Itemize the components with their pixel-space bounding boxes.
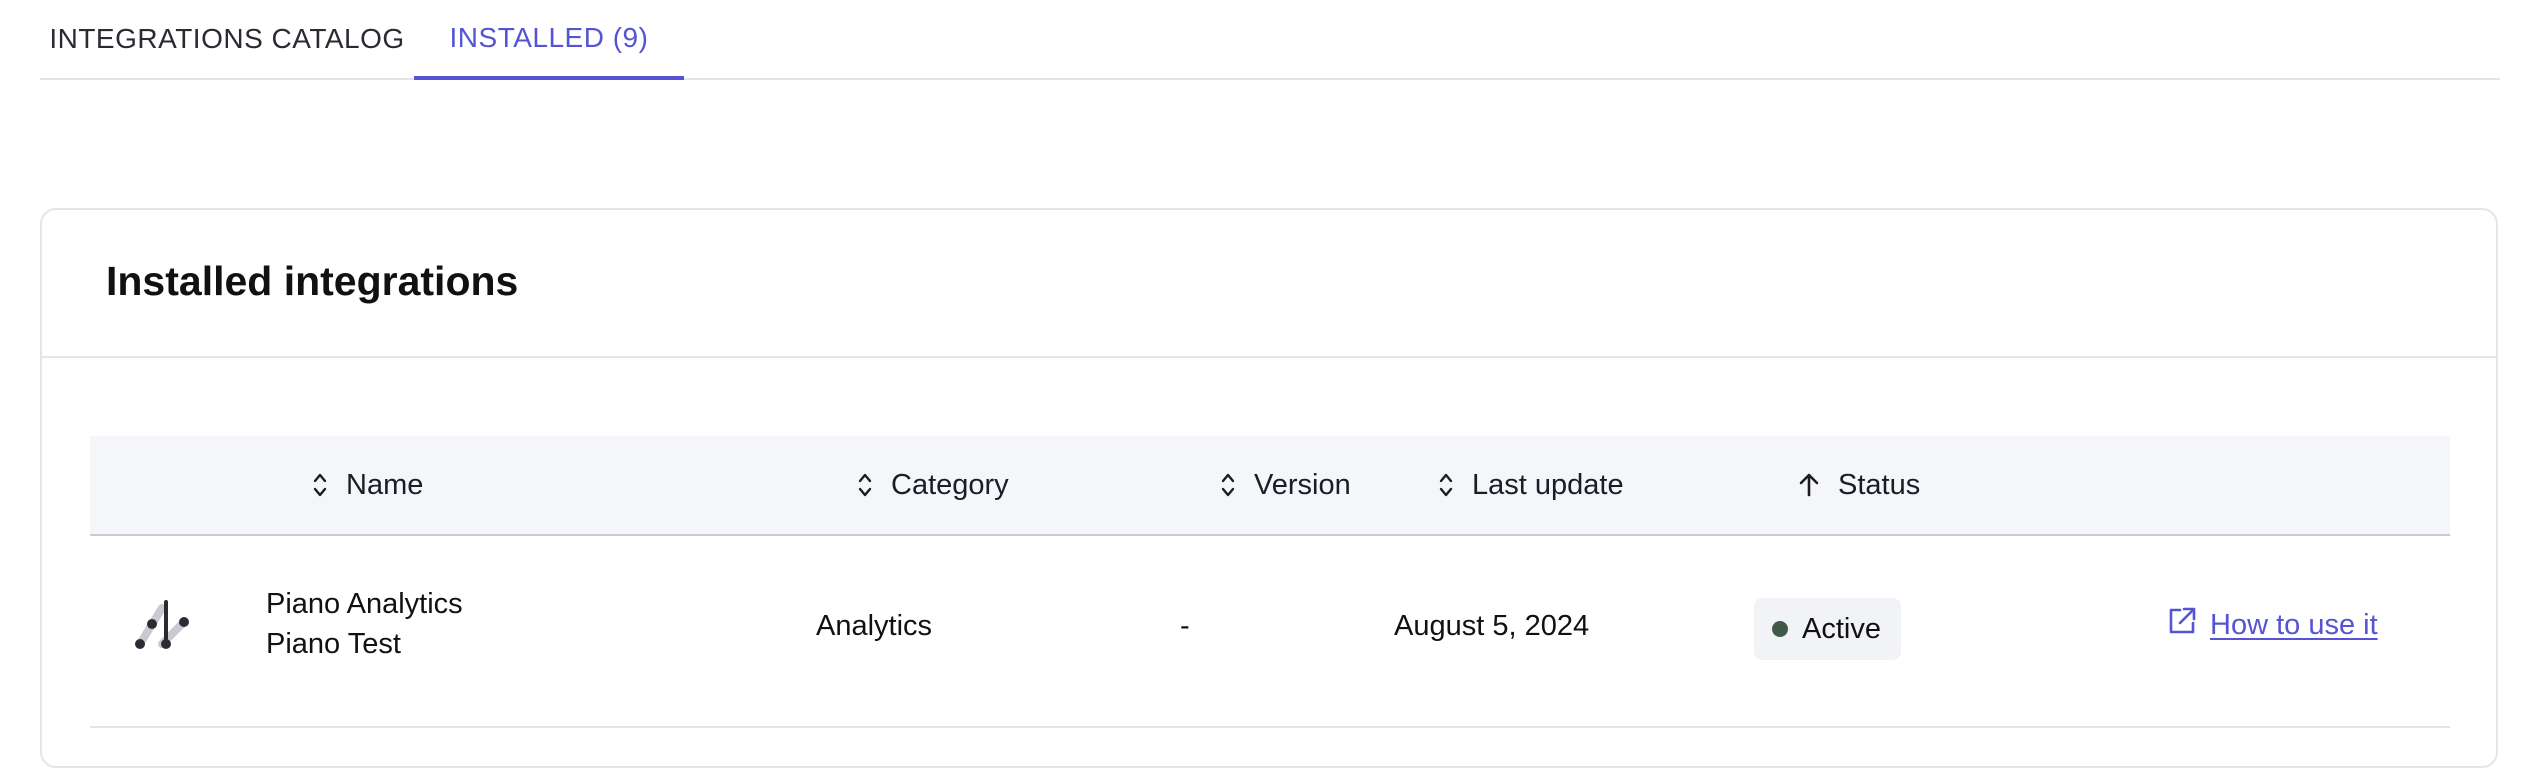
sort-icon [1438,471,1454,499]
last-update-cell: August 5, 2024 [1394,610,1590,642]
tab-installed[interactable]: INSTALLED (9) [414,0,684,80]
sort-icon [312,471,328,499]
column-label: Status [1838,468,1921,501]
how-to-use-link[interactable]: How to use it [2166,600,2378,650]
installed-integrations-card: Installed integrations Name Category Ver… [40,208,2498,768]
tab-bar: INTEGRATIONS CATALOG INSTALLED (9) [40,0,2500,80]
column-label: Last update [1472,468,1624,501]
column-header-version[interactable]: Version [1220,436,1351,534]
column-header-category[interactable]: Category [857,436,1009,534]
status-label: Active [1802,612,1881,645]
integration-name: Piano Analytics [266,588,463,620]
category-cell: Analytics [816,610,933,642]
column-label: Name [346,468,424,501]
tab-integrations-catalog[interactable]: INTEGRATIONS CATALOG [40,0,414,78]
sort-icon [1220,471,1236,499]
integration-instance: Piano Test [266,628,401,660]
external-link-icon [2166,605,2198,645]
card-header: Installed integrations [42,210,2496,358]
column-header-status[interactable]: Status [1798,436,1920,534]
version-cell: - [1180,610,1190,642]
piano-analytics-logo-icon [130,594,194,658]
sort-icon [857,471,873,499]
table-row[interactable]: Piano Analytics Piano Test Analytics - A… [90,534,2450,728]
column-label: Version [1254,468,1351,501]
table-header: Name Category Version Last update Status [90,436,2450,536]
column-header-name[interactable]: Name [312,436,423,534]
status-dot-icon [1772,621,1788,637]
column-label: Category [891,468,1009,501]
arrow-up-icon [1798,471,1820,499]
how-to-use-link-label: How to use it [2210,608,2378,641]
status-badge: Active [1754,598,1901,660]
card-title: Installed integrations [106,258,519,304]
column-header-last-update[interactable]: Last update [1438,436,1624,534]
integration-name-cell: Piano Analytics Piano Test [266,584,463,664]
